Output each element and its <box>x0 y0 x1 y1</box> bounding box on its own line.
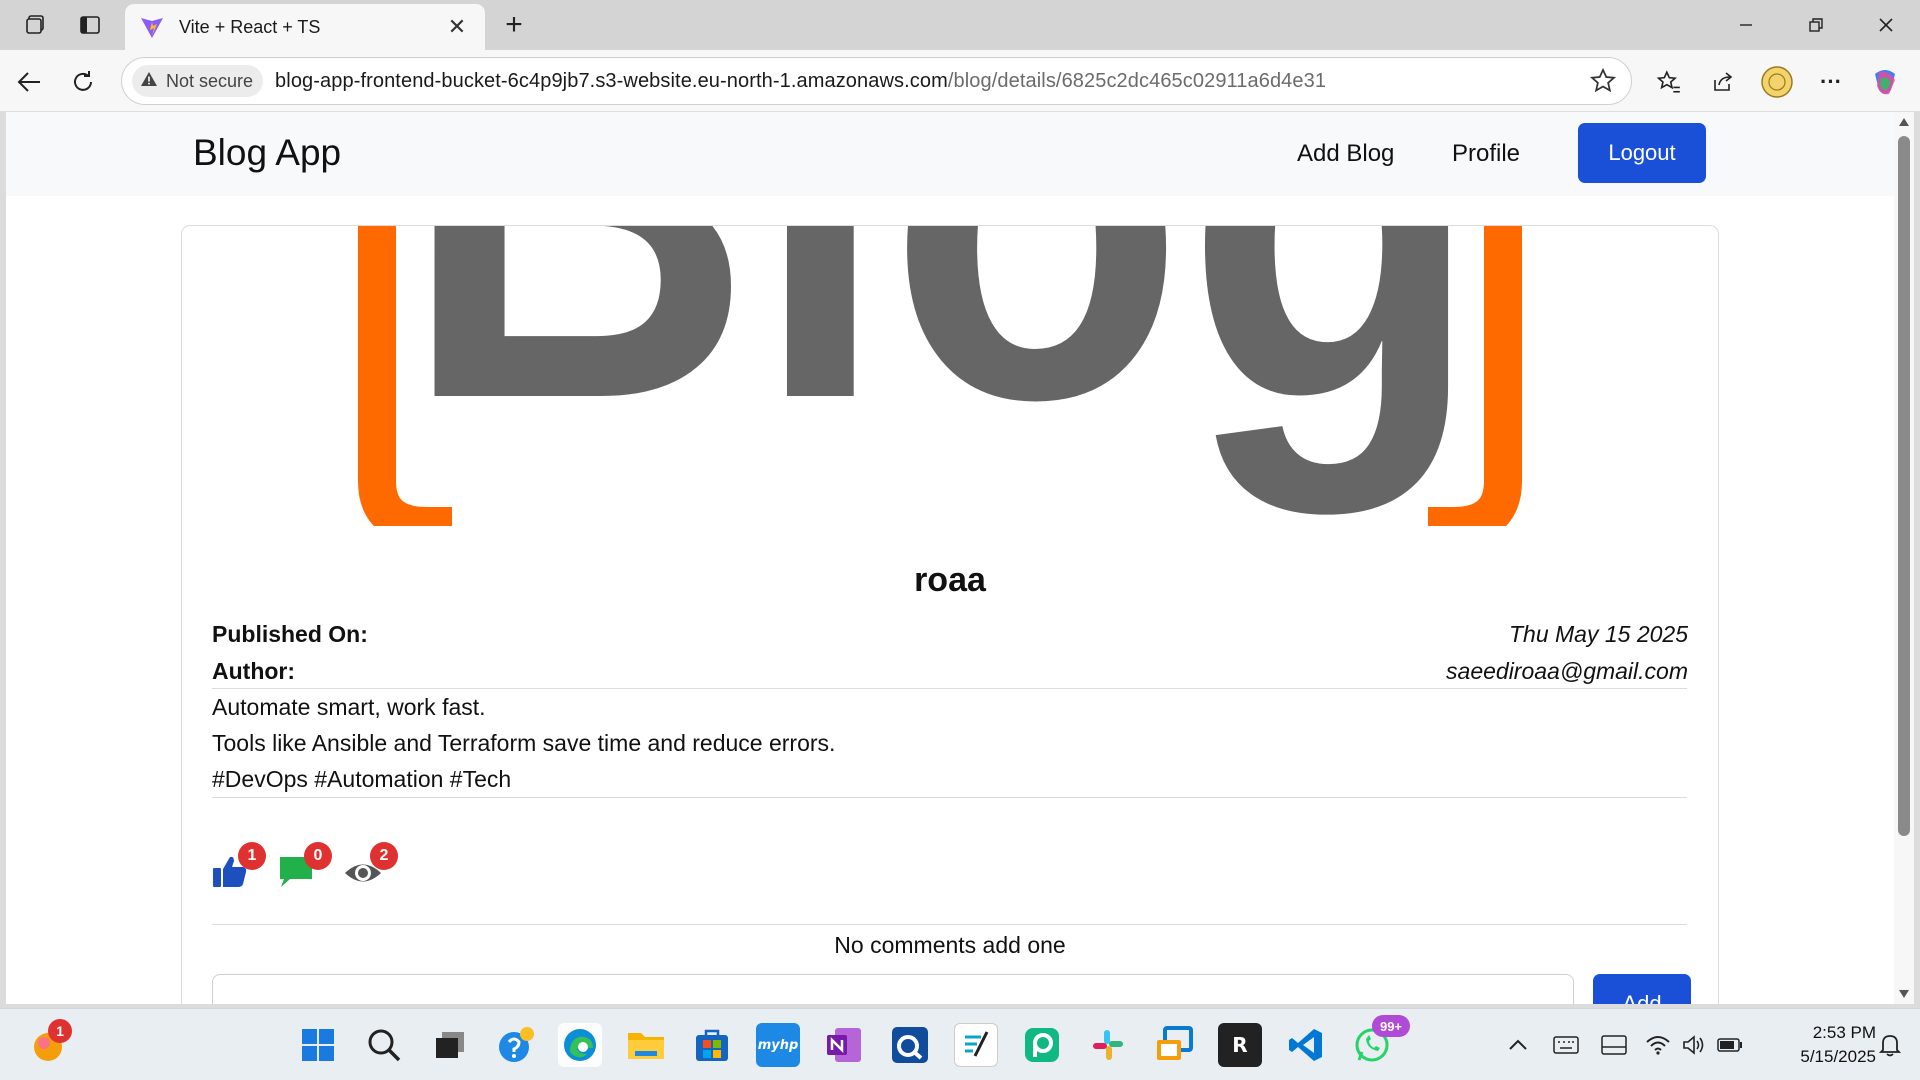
vite-logo-icon <box>139 14 165 40</box>
url-host: blog-app-frontend-bucket-6c4p9jb7.s3-web… <box>275 69 948 92</box>
close-tab-icon[interactable]: ✕ <box>443 14 471 40</box>
widgets-icon[interactable]: 1 <box>26 1019 72 1067</box>
views-count-badge: 2 <box>370 842 398 870</box>
copilot-app-icon[interactable] <box>494 1023 538 1067</box>
jetbrains-icon[interactable]: R <box>1218 1023 1262 1067</box>
pycharm-like-icon[interactable] <box>1020 1023 1064 1067</box>
tab-actions-icon[interactable] <box>74 9 106 41</box>
quickassist-icon[interactable] <box>888 1023 932 1067</box>
comment-button[interactable]: 0 <box>278 842 332 890</box>
tab-title: Vite + React + TS <box>179 16 321 37</box>
security-indicator[interactable]: Not secure <box>132 65 264 97</box>
slack-icon[interactable] <box>1086 1023 1130 1067</box>
scroll-thumb[interactable] <box>1898 136 1910 836</box>
whatsapp-badge: 99+ <box>1372 1015 1410 1037</box>
onenote-icon[interactable] <box>822 1023 866 1067</box>
keyboard-icon[interactable] <box>1544 1023 1588 1067</box>
file-explorer-icon[interactable] <box>624 1023 668 1067</box>
browser-toolbar: Not secure blog-app-frontend-bucket-6c4p… <box>0 50 1920 112</box>
post-body-line: #DevOps #Automation #Tech <box>212 766 512 792</box>
edge-icon[interactable] <box>558 1023 602 1067</box>
microsoft-store-icon[interactable] <box>690 1023 734 1067</box>
like-button[interactable]: 1 <box>212 842 266 890</box>
jetbrains-glyph: R <box>1232 1033 1248 1057</box>
show-hidden-icons-icon[interactable] <box>1496 1023 1540 1067</box>
security-label: Not secure <box>166 70 254 91</box>
tab-bar: Vite + React + TS ✕ + <box>0 0 1920 50</box>
blog-card: Blog roaa Published On: Thu May 15 2025 … <box>181 225 1719 1004</box>
author-email: saeediroaa@gmail.com <box>1446 658 1688 684</box>
widgets-badge: 1 <box>48 1019 72 1043</box>
views-indicator: 2 <box>344 842 398 890</box>
remote-desktop-icon[interactable] <box>1152 1023 1196 1067</box>
author-label: Author: <box>212 658 296 684</box>
scroll-down-icon <box>1899 990 1909 998</box>
brand-title[interactable]: Blog App <box>193 132 341 174</box>
page-scrollbar[interactable] <box>1894 112 1914 1004</box>
more-options-icon[interactable]: ··· <box>1814 65 1848 99</box>
url-text[interactable]: blog-app-frontend-bucket-6c4p9jb7.s3-web… <box>275 70 1326 93</box>
url-path: /blog/details/6825c2dc465c02911a6d4e31 <box>947 69 1327 92</box>
address-bar[interactable]: Not secure blog-app-frontend-bucket-6c4p… <box>121 57 1632 105</box>
post-body-line: Tools like Ansible and Terraform save ti… <box>212 730 836 756</box>
battery-icon[interactable] <box>1712 1023 1748 1067</box>
published-label: Published On: <box>212 621 368 647</box>
volume-icon[interactable] <box>1676 1023 1712 1067</box>
workspaces-icon[interactable] <box>20 9 52 41</box>
profile-avatar-icon[interactable] <box>1758 63 1796 101</box>
clock[interactable]: 2:53 PM 5/15/2025 <box>1768 1021 1876 1069</box>
new-tab-icon[interactable]: + <box>498 8 530 41</box>
refresh-icon[interactable] <box>66 65 100 99</box>
post-body-line: Automate smart, work fast. <box>212 694 486 720</box>
taskbar: 1 myhp R 99+ 2:53 PM 5/15/2025 <box>0 1008 1920 1080</box>
favorite-star-icon[interactable] <box>1589 67 1617 100</box>
clock-time: 2:53 PM <box>1812 1023 1876 1042</box>
navbar: Blog App Add Blog Profile Logout <box>6 112 1894 196</box>
favorites-icon[interactable] <box>1652 65 1686 99</box>
post-title: roaa <box>914 561 986 599</box>
page-viewport: Blog App Add Blog Profile Logout Blog ro… <box>6 112 1894 1004</box>
myhp-glyph: myhp <box>757 1037 799 1053</box>
whatsapp-icon[interactable]: 99+ <box>1350 1015 1410 1067</box>
logout-button[interactable]: Logout <box>1578 123 1706 183</box>
comment-input[interactable] <box>212 974 1574 1004</box>
myhp-icon[interactable]: myhp <box>756 1023 800 1067</box>
browser-tab[interactable]: Vite + React + TS ✕ <box>125 4 485 50</box>
vscode-icon[interactable] <box>1284 1023 1328 1067</box>
divider <box>212 797 1687 798</box>
wifi-icon[interactable] <box>1640 1023 1676 1067</box>
notifications-icon[interactable] <box>1874 1023 1906 1067</box>
editor-app-icon[interactable] <box>954 1023 998 1067</box>
minimize-icon[interactable] <box>1730 9 1762 41</box>
add-comment-button[interactable]: Add <box>1593 974 1691 1004</box>
task-view-icon[interactable] <box>428 1023 472 1067</box>
start-icon[interactable] <box>296 1023 340 1067</box>
copilot-icon[interactable] <box>1866 63 1904 101</box>
divider <box>212 924 1687 925</box>
likes-count-badge: 1 <box>238 842 266 870</box>
cover-image: Blog <box>182 226 1718 526</box>
profile-link[interactable]: Profile <box>1452 140 1520 168</box>
warning-icon <box>140 71 158 92</box>
search-icon[interactable] <box>362 1023 406 1067</box>
comments-count-badge: 0 <box>304 842 332 870</box>
scroll-up-icon <box>1899 118 1909 126</box>
clock-date: 5/15/2025 <box>1800 1047 1876 1066</box>
no-comments-message: No comments add one <box>834 932 1066 958</box>
cover-word: Blog <box>402 226 1482 519</box>
share-icon[interactable] <box>1706 65 1740 99</box>
close-window-icon[interactable] <box>1870 9 1902 41</box>
back-icon[interactable] <box>12 65 46 99</box>
divider <box>212 688 1687 689</box>
tablet-mode-icon[interactable] <box>1592 1023 1636 1067</box>
add-blog-link[interactable]: Add Blog <box>1297 140 1394 168</box>
published-date: Thu May 15 2025 <box>1508 621 1688 647</box>
restore-icon[interactable] <box>1800 9 1832 41</box>
